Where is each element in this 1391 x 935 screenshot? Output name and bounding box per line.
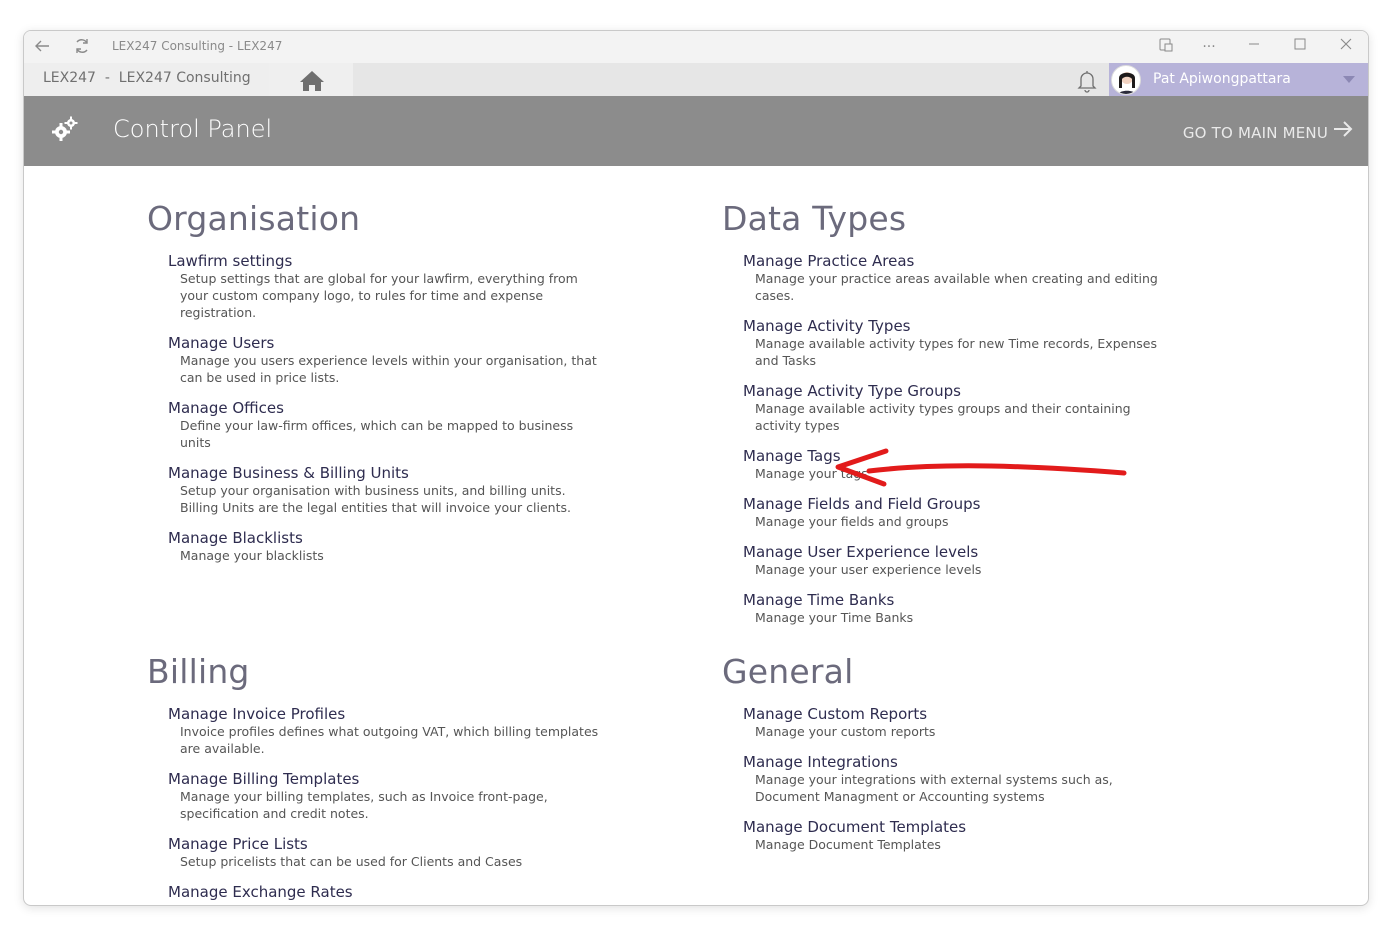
item-description: Manage your custom reports — [755, 724, 936, 739]
user-menu[interactable]: Pat Apiwongpattara — [1109, 63, 1368, 96]
item-description: Invoice profiles defines what outgoing V… — [180, 724, 599, 756]
list-item: Manage Exchange Rates — [168, 883, 600, 901]
manage-fields-link[interactable]: Manage Fields and Field Groups — [743, 495, 1175, 513]
more-options-icon[interactable]: ··· — [1199, 37, 1219, 57]
page-title: Control Panel — [113, 115, 273, 143]
list-item: Manage Practice Areas Manage your practi… — [743, 252, 1175, 304]
section-title: Data Types — [722, 199, 907, 238]
item-description: Manage your integrations with external s… — [755, 772, 1113, 804]
avatar — [1111, 65, 1141, 95]
manage-user-experience-levels-link[interactable]: Manage User Experience levels — [743, 543, 1175, 561]
section-title: Organisation — [147, 199, 361, 238]
manage-custom-reports-link[interactable]: Manage Custom Reports — [743, 705, 1175, 723]
list-item: Manage Blacklists Manage your blacklists — [168, 529, 600, 564]
refresh-icon[interactable] — [72, 37, 92, 57]
item-description: Manage you users experience levels withi… — [180, 353, 597, 385]
section-organisation: Organisation Lawfirm settings Setup sett… — [147, 199, 600, 564]
manage-document-templates-link[interactable]: Manage Document Templates — [743, 818, 1175, 836]
list-item: Manage Business & Billing Units Setup yo… — [168, 464, 600, 516]
item-description: Setup your organisation with business un… — [180, 483, 571, 515]
list-item: Manage Custom Reports Manage your custom… — [743, 705, 1175, 740]
section-data-types: Data Types Manage Practice Areas Manage … — [722, 199, 1175, 626]
home-icon — [300, 71, 324, 91]
manage-activity-types-link[interactable]: Manage Activity Types — [743, 317, 1175, 335]
manage-blacklists-link[interactable]: Manage Blacklists — [168, 529, 600, 547]
list-item: Manage Billing Templates Manage your bil… — [168, 770, 600, 822]
list-item: Manage Time Banks Manage your Time Banks — [743, 591, 1175, 626]
manage-users-link[interactable]: Manage Users — [168, 334, 600, 352]
list-item: Manage Fields and Field Groups Manage yo… — [743, 495, 1175, 530]
item-description: Define your law-firm offices, which can … — [180, 418, 574, 450]
go-to-main-menu-link[interactable]: GO TO MAIN MENU — [1183, 124, 1328, 142]
manage-exchange-rates-link[interactable]: Manage Exchange Rates — [168, 883, 600, 901]
manage-tags-link[interactable]: Manage Tags — [743, 447, 1175, 465]
item-description: Manage your user experience levels — [755, 562, 982, 577]
section-title: General — [722, 652, 854, 691]
list-item: Manage Activity Type Groups Manage avail… — [743, 382, 1175, 434]
arrow-right-icon[interactable] — [1332, 119, 1354, 143]
item-description: Manage available activity types for new … — [755, 336, 1157, 368]
list-item: Manage Integrations Manage your integrat… — [743, 753, 1175, 805]
manage-practice-areas-link[interactable]: Manage Practice Areas — [743, 252, 1175, 270]
chevron-down-icon[interactable] — [1343, 76, 1355, 83]
item-description: Manage your practice areas available whe… — [755, 271, 1158, 303]
list-item: Manage Document Templates Manage Documen… — [743, 818, 1175, 853]
title-bar: LEX247 Consulting - LEX247 ··· — [24, 31, 1368, 63]
maximize-icon[interactable] — [1290, 37, 1310, 57]
lawfirm-settings-link[interactable]: Lawfirm settings — [168, 252, 600, 270]
manage-offices-link[interactable]: Manage Offices — [168, 399, 600, 417]
item-description: Setup pricelists that can be used for Cl… — [180, 854, 523, 869]
list-item: Manage Activity Types Manage available a… — [743, 317, 1175, 369]
manage-activity-type-groups-link[interactable]: Manage Activity Type Groups — [743, 382, 1175, 400]
item-description: Manage your blacklists — [180, 548, 324, 563]
manage-time-banks-link[interactable]: Manage Time Banks — [743, 591, 1175, 609]
section-billing: Billing Manage Invoice Profiles Invoice … — [147, 652, 600, 901]
manage-invoice-profiles-link[interactable]: Manage Invoice Profiles — [168, 705, 600, 723]
tab-title: LEX247 - LEX247 Consulting — [43, 70, 251, 86]
section-title: Billing — [147, 652, 250, 691]
item-description: Manage your Time Banks — [755, 610, 914, 625]
minimize-icon[interactable] — [1244, 37, 1264, 57]
list-item: Manage Offices Define your law-firm offi… — [168, 399, 600, 451]
list-item: Manage Price Lists Setup pricelists that… — [168, 835, 600, 870]
manage-price-lists-link[interactable]: Manage Price Lists — [168, 835, 600, 853]
home-tab[interactable] — [269, 63, 353, 96]
item-description: Setup settings that are global for your … — [180, 271, 578, 320]
manage-business-billing-units-link[interactable]: Manage Business & Billing Units — [168, 464, 600, 482]
list-item: Manage User Experience levels Manage you… — [743, 543, 1175, 578]
item-description: Manage Document Templates — [755, 837, 941, 852]
page-header: Control Panel GO TO MAIN MENU — [24, 96, 1368, 166]
list-item: Manage Users Manage you users experience… — [168, 334, 600, 386]
tab-bar: LEX247 - LEX247 Consulting Pat Apiwongpa… — [24, 63, 1368, 96]
list-item: Manage Tags Manage your tags — [743, 447, 1175, 482]
window-title: LEX247 Consulting - LEX247 — [112, 39, 283, 53]
item-description: Manage your billing templates, such as I… — [180, 789, 548, 821]
item-description: Manage available activity types groups a… — [755, 401, 1131, 433]
item-description: Manage your fields and groups — [755, 514, 949, 529]
notifications-bell-icon[interactable] — [1074, 68, 1100, 98]
list-item: Manage Invoice Profiles Invoice profiles… — [168, 705, 600, 757]
gears-icon — [50, 115, 80, 149]
user-name: Pat Apiwongpattara — [1153, 71, 1291, 87]
section-general: General Manage Custom Reports Manage you… — [722, 652, 1175, 853]
close-icon[interactable] — [1336, 37, 1356, 57]
app-window: LEX247 Consulting - LEX247 ··· LEX247 - … — [23, 30, 1369, 906]
control-panel-content: Organisation Lawfirm settings Setup sett… — [24, 166, 1368, 905]
manage-billing-templates-link[interactable]: Manage Billing Templates — [168, 770, 600, 788]
item-description: Manage your tags — [755, 466, 868, 481]
back-arrow-icon[interactable] — [32, 37, 52, 57]
manage-integrations-link[interactable]: Manage Integrations — [743, 753, 1175, 771]
list-item: Lawfirm settings Setup settings that are… — [168, 252, 600, 321]
cast-icon[interactable] — [1156, 37, 1176, 57]
tab-lex247-consulting[interactable]: LEX247 - LEX247 Consulting — [24, 63, 269, 96]
